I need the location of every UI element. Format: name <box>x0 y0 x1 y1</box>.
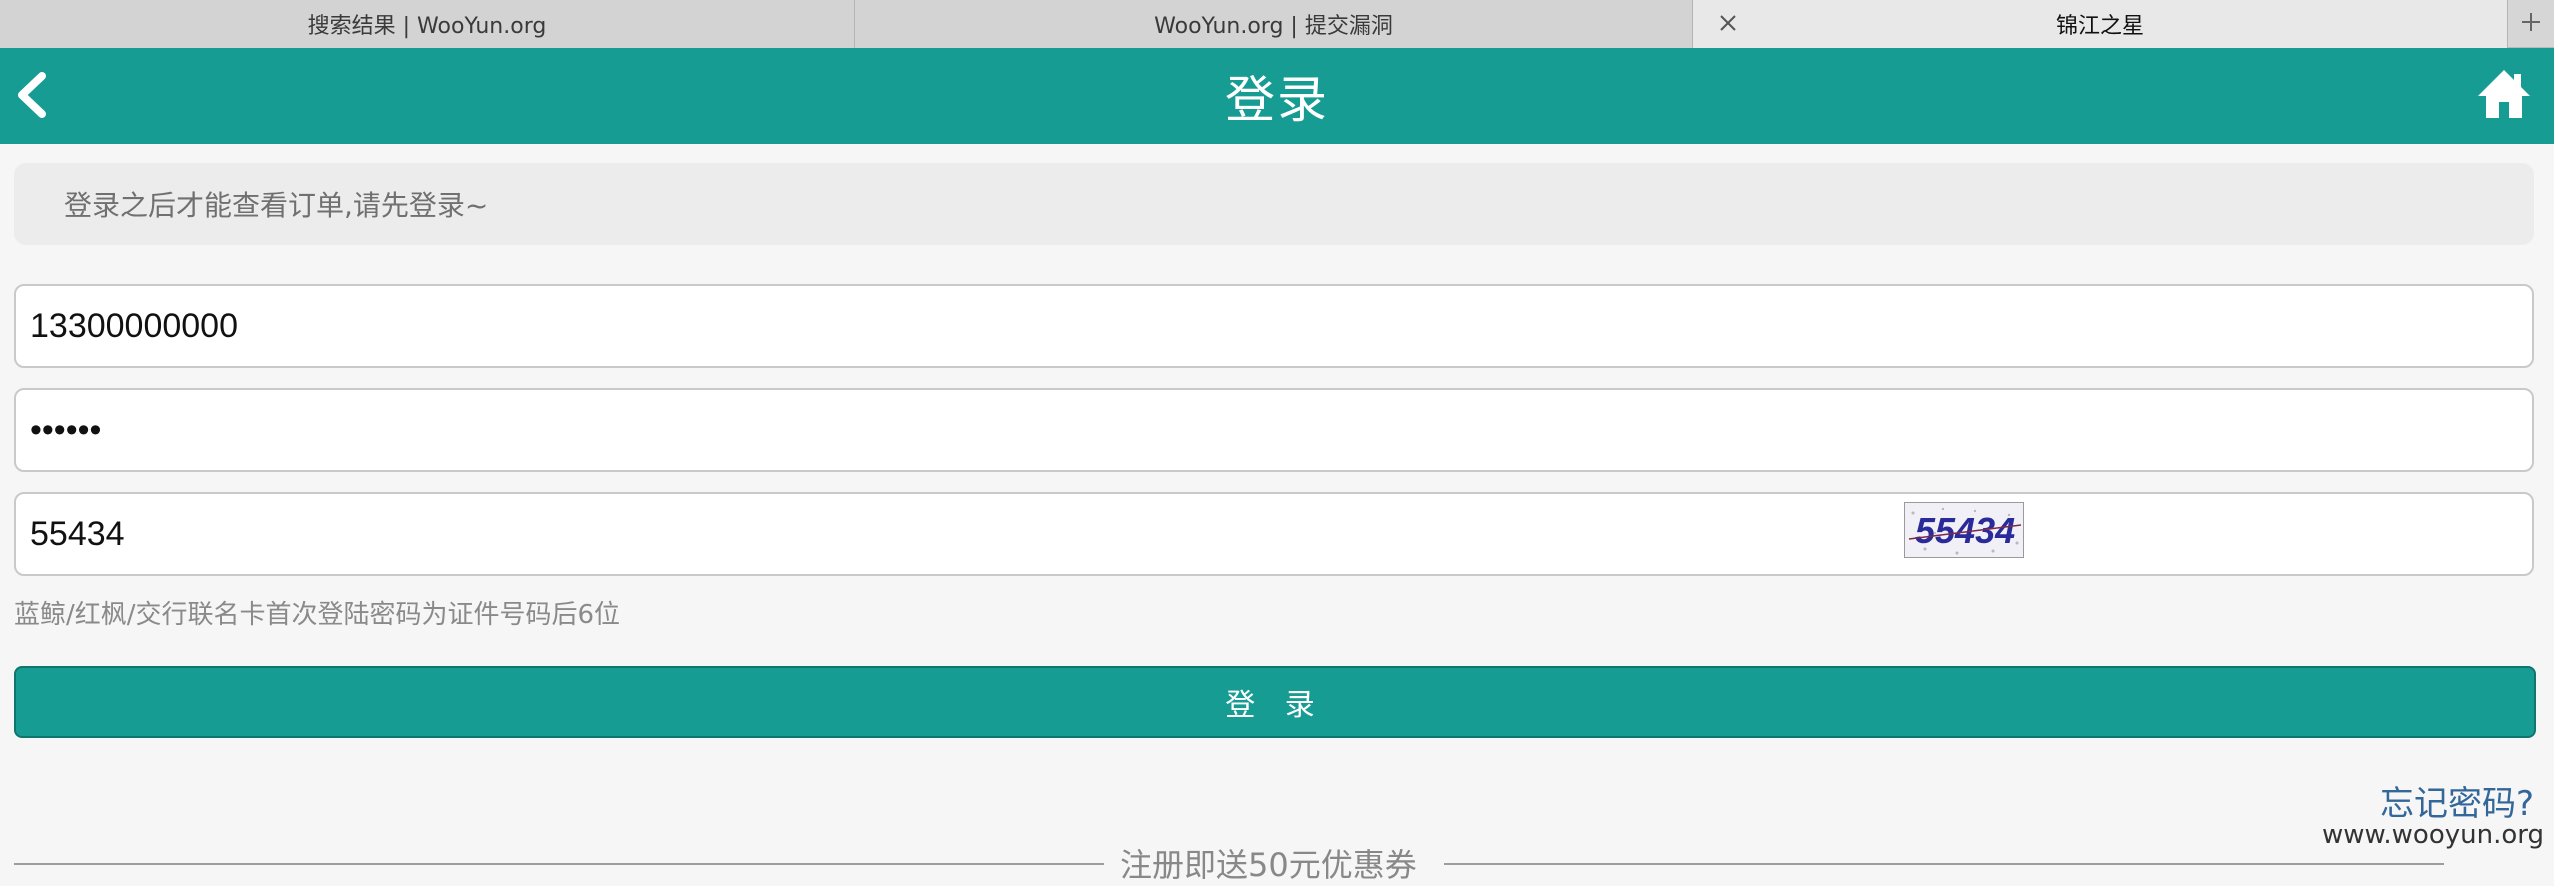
divider-left <box>14 863 1104 865</box>
login-required-notice: 登录之后才能查看订单,请先登录~ <box>14 163 2534 245</box>
captcha-image[interactable]: 55434 <box>1904 502 2024 558</box>
password-hint: 蓝鲸/红枫/交行联名卡首次登陆密码为证件号码后6位 <box>14 600 621 630</box>
watermark: www.wooyun.org <box>2321 820 2544 850</box>
new-tab-button[interactable] <box>2508 0 2554 48</box>
tab-title: 锦江之星 <box>2055 14 2144 39</box>
browser-tab-active[interactable]: 锦江之星 <box>1693 0 2508 48</box>
notice-text: 登录之后才能查看订单,请先登录~ <box>64 189 489 222</box>
page-title: 登录 <box>1225 71 1329 129</box>
back-chevron-icon[interactable] <box>12 68 52 122</box>
app-header: 登录 <box>0 48 2554 144</box>
tab-title: 搜索结果 | WooYun.org <box>307 14 547 39</box>
captcha-input[interactable] <box>30 504 1830 564</box>
captcha-field-box: 55434 <box>14 492 2534 576</box>
captcha-image-text: 55434 <box>1915 510 2015 551</box>
browser-tab-search-results[interactable]: 搜索结果 | WooYun.org <box>0 0 855 48</box>
close-icon[interactable] <box>1715 10 1741 36</box>
register-promo-text[interactable]: 注册即送50元优惠券 <box>1120 840 1417 886</box>
password-input[interactable] <box>30 400 1730 460</box>
tab-title: WooYun.org | 提交漏洞 <box>1154 14 1393 39</box>
home-icon[interactable] <box>2476 68 2532 120</box>
forgot-password-link[interactable]: 忘记密码? <box>2380 776 2534 825</box>
phone-input[interactable] <box>30 296 1730 356</box>
password-field-box <box>14 388 2534 472</box>
browser-tab-strip: 搜索结果 | WooYun.org WooYun.org | 提交漏洞 锦江之星 <box>0 0 2554 48</box>
divider-right <box>1444 863 2444 865</box>
login-button[interactable]: 登 录 <box>14 666 2536 738</box>
phone-field-box <box>14 284 2534 368</box>
plus-icon <box>2518 9 2544 39</box>
browser-tab-submit-vulnerability[interactable]: WooYun.org | 提交漏洞 <box>855 0 1693 48</box>
